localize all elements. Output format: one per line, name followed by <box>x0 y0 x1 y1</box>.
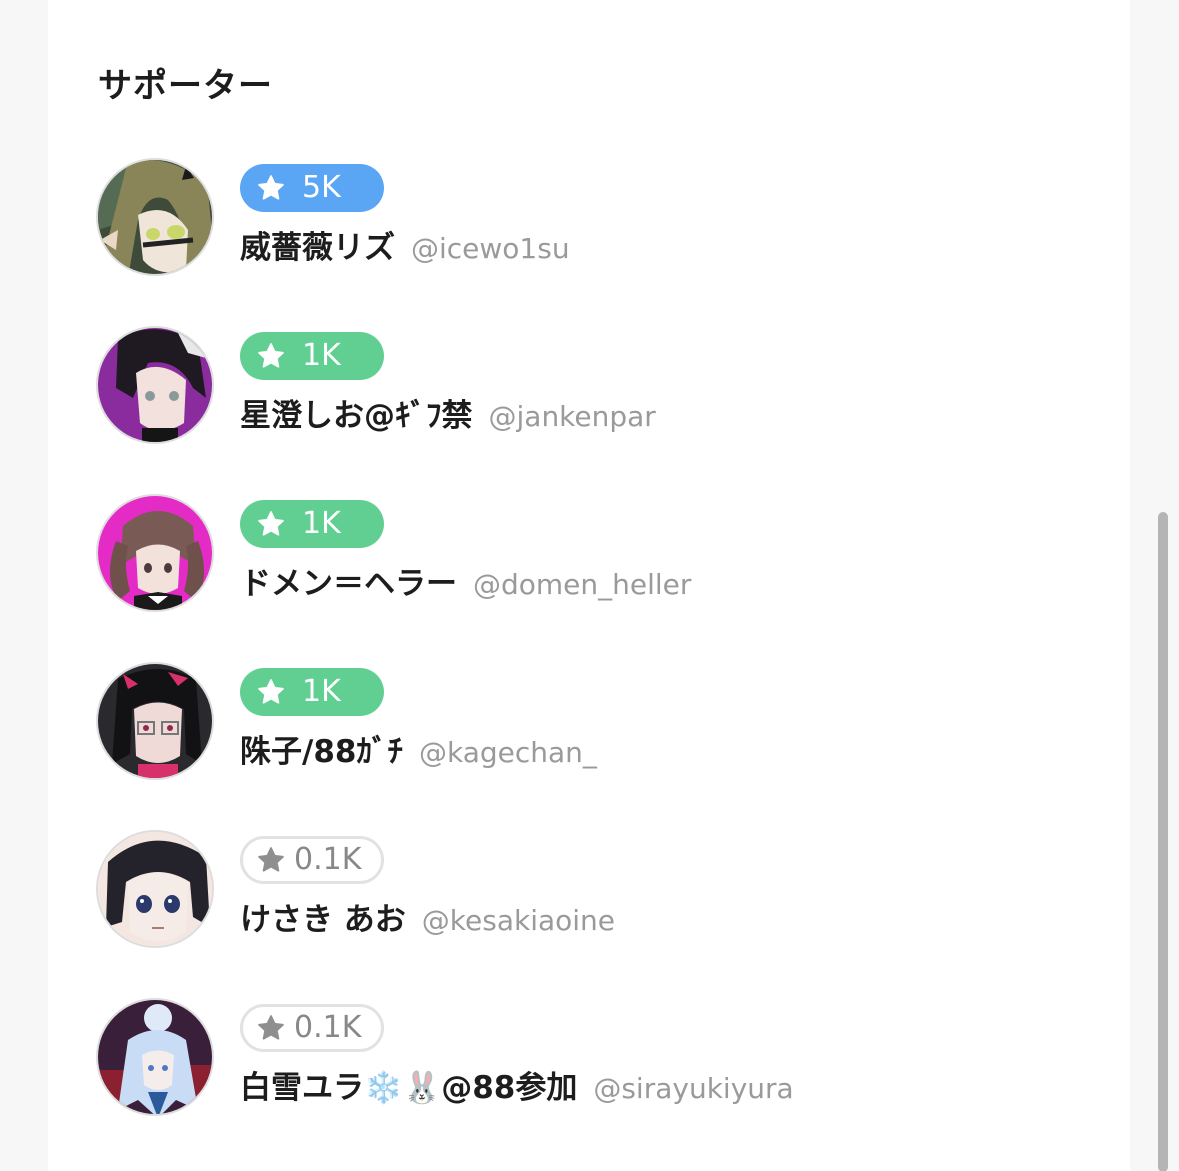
supporter-name[interactable]: 星澄しお@ｷﾞﾌ禁 <box>240 390 473 435</box>
supporter-item[interactable]: 0.1K けさき あお @kesakiaoine <box>96 830 1096 952</box>
star-icon <box>258 679 284 704</box>
supporter-name[interactable]: 威薔薇リズ <box>240 222 395 267</box>
supporter-item[interactable]: 1K 星澄しお@ｷﾞﾌ禁 @jankenpar <box>96 326 1096 448</box>
avatar[interactable] <box>96 326 214 444</box>
supporter-name[interactable]: 陎子/88ｶﾞﾁ <box>240 726 403 771</box>
support-amount: 0.1K <box>294 842 362 877</box>
avatar[interactable] <box>96 158 214 276</box>
supporter-name-line: 陎子/88ｶﾞﾁ @kagechan_ <box>240 726 597 771</box>
supporter-item[interactable]: 5K 威薔薇リズ @icewo1su <box>96 158 1096 280</box>
avatar-twin-tails-pink-icon <box>98 496 212 610</box>
supporter-name-line: 星澄しお@ｷﾞﾌ禁 @jankenpar <box>240 390 656 435</box>
supporter-name[interactable]: けさき あお <box>240 894 406 939</box>
support-amount: 1K <box>302 338 341 373</box>
support-amount: 1K <box>302 506 341 541</box>
support-amount: 5K <box>302 170 341 205</box>
supporter-name[interactable]: 白雪ユラ❄️🐰@88参加 <box>240 1062 577 1107</box>
support-amount-badge: 0.1K <box>240 836 384 884</box>
avatar-glasses-black-hair-icon <box>98 664 212 778</box>
supporter-name-line: けさき あお @kesakiaoine <box>240 894 615 939</box>
supporter-handle[interactable]: @kagechan_ <box>419 736 597 769</box>
support-amount-badge: 5K <box>240 164 384 212</box>
supporter-name[interactable]: ドメン＝ヘラー <box>240 558 457 603</box>
supporter-handle[interactable]: @jankenpar <box>489 400 656 433</box>
supporter-name-line: 威薔薇リズ @icewo1su <box>240 222 570 267</box>
star-icon <box>258 175 284 200</box>
avatar-white-hair-night-icon <box>98 1000 212 1114</box>
supporter-name-line: 白雪ユラ❄️🐰@88参加 @sirayukiyura <box>240 1062 794 1107</box>
avatar-olive-hair-elf-icon <box>98 160 212 274</box>
supporter-list: 5K 威薔薇リズ @icewo1su 1K 星澄しお@ｷﾞﾌ禁 @jankenp… <box>48 0 1130 1171</box>
supporter-item[interactable]: 1K 陎子/88ｶﾞﾁ @kagechan_ <box>96 662 1096 784</box>
supporter-name-line: ドメン＝ヘラー @domen_heller <box>240 558 691 603</box>
star-icon <box>258 1015 284 1040</box>
support-amount-badge: 1K <box>240 500 384 548</box>
avatar[interactable] <box>96 998 214 1116</box>
supporter-handle[interactable]: @sirayukiyura <box>593 1072 793 1105</box>
supporter-item[interactable]: 0.1K 白雪ユラ❄️🐰@88参加 @sirayukiyura <box>96 998 1096 1120</box>
support-amount: 1K <box>302 674 341 709</box>
avatar[interactable] <box>96 830 214 948</box>
star-icon <box>258 511 284 536</box>
support-amount-badge: 1K <box>240 332 384 380</box>
star-icon <box>258 343 284 368</box>
star-icon <box>258 847 284 872</box>
avatar[interactable] <box>96 662 214 780</box>
avatar-dark-hair-purple-icon <box>98 328 212 442</box>
supporters-card: サポーター 5K 威薔薇リズ @icewo1su 1K 星澄しお@ｷﾞﾌ禁 @j… <box>48 0 1130 1171</box>
supporter-handle[interactable]: @kesakiaoine <box>422 904 615 937</box>
scrollbar-thumb[interactable] <box>1158 512 1168 1171</box>
avatar-black-hair-blue-eyes-icon <box>98 832 212 946</box>
support-amount-badge: 1K <box>240 668 384 716</box>
supporter-item[interactable]: 1K ドメン＝ヘラー @domen_heller <box>96 494 1096 616</box>
supporters-page: サポーター 5K 威薔薇リズ @icewo1su 1K 星澄しお@ｷﾞﾌ禁 @j… <box>0 0 1179 1171</box>
avatar[interactable] <box>96 494 214 612</box>
support-amount-badge: 0.1K <box>240 1004 384 1052</box>
supporter-handle[interactable]: @icewo1su <box>411 232 570 265</box>
support-amount: 0.1K <box>294 1010 362 1045</box>
supporter-handle[interactable]: @domen_heller <box>473 568 691 601</box>
